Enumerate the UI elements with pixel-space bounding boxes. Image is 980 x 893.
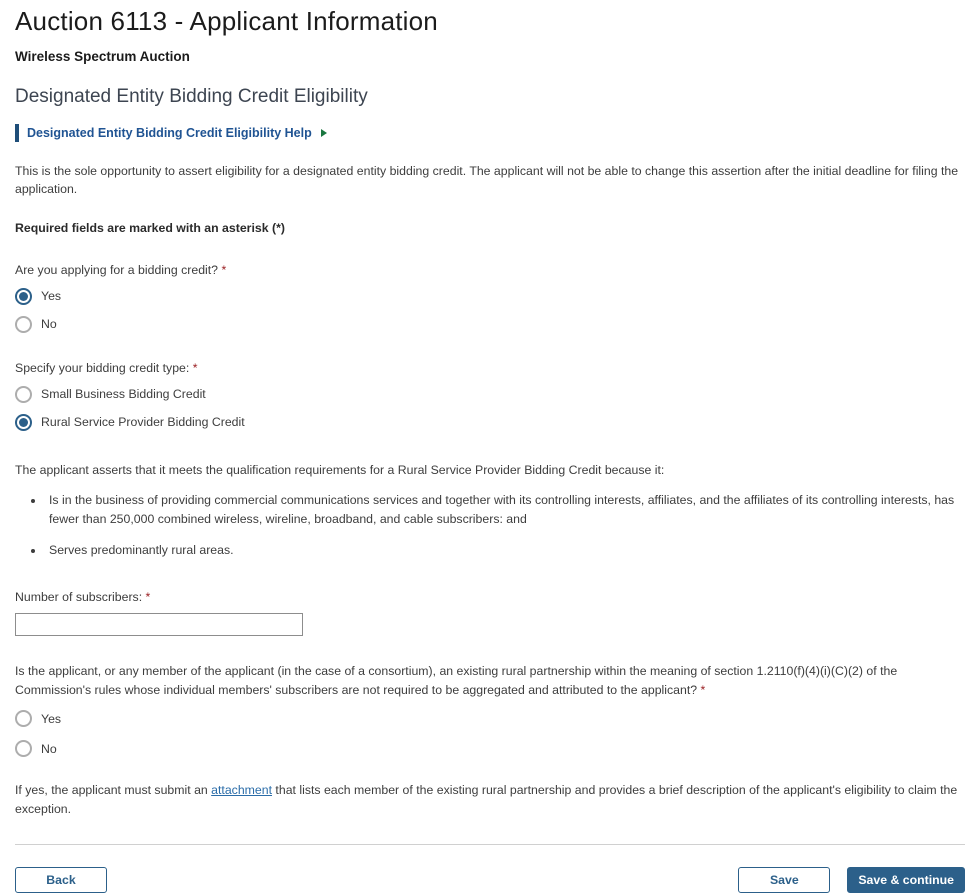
radio-partnership-no[interactable]: No [15,740,965,757]
subscribers-field-label: Number of subscribers: * [15,590,965,604]
required-asterisk: * [146,590,151,604]
question-applying-label: Are you applying for a bidding credit? * [15,263,965,277]
intro-paragraph: This is the sole opportunity to assert e… [15,162,965,199]
applicant-information-page: Auction 6113 - Applicant Information Wir… [0,0,980,893]
section-heading: Designated Entity Bidding Credit Eligibi… [15,86,965,108]
radio-applying-yes[interactable]: Yes [15,288,965,305]
help-link-row[interactable]: Designated Entity Bidding Credit Eligibi… [15,124,965,142]
radio-button-icon[interactable] [15,740,32,757]
required-fields-note: Required fields are marked with an aster… [15,221,965,235]
page-title: Auction 6113 - Applicant Information [15,6,965,37]
radio-rural-service-provider[interactable]: Rural Service Provider Bidding Credit [15,414,965,431]
attachment-link[interactable]: attachment [211,783,272,797]
attachment-note: If yes, the applicant must submit an att… [15,781,965,818]
footer-button-bar: Back Save Save & continue [15,867,965,893]
assertion-bullet-list: Is in the business of providing commerci… [45,491,965,560]
radio-applying-no[interactable]: No [15,316,965,333]
radio-button-icon[interactable] [15,288,32,305]
save-button[interactable]: Save [738,867,830,893]
radio-button-icon[interactable] [15,386,32,403]
assertion-bullet: Is in the business of providing commerci… [45,491,965,529]
save-and-continue-button[interactable]: Save & continue [847,867,965,893]
back-button[interactable]: Back [15,867,107,893]
help-link[interactable]: Designated Entity Bidding Credit Eligibi… [27,126,312,140]
required-asterisk: * [701,683,706,697]
question-credit-type-label: Specify your bidding credit type: * [15,361,965,375]
assertion-bullet: Serves predominantly rural areas. [45,541,965,560]
required-asterisk: * [193,361,198,375]
radio-button-icon[interactable] [15,414,32,431]
required-asterisk: * [221,263,226,277]
radio-partnership-yes[interactable]: Yes [15,710,965,727]
auction-subtitle: Wireless Spectrum Auction [15,49,965,64]
chevron-right-icon [321,129,327,137]
footer-divider [15,844,965,845]
assertion-intro: The applicant asserts that it meets the … [15,461,965,479]
radio-small-business[interactable]: Small Business Bidding Credit [15,386,965,403]
radio-button-icon[interactable] [15,316,32,333]
subscribers-input[interactable] [15,613,303,636]
radio-button-icon[interactable] [15,710,32,727]
